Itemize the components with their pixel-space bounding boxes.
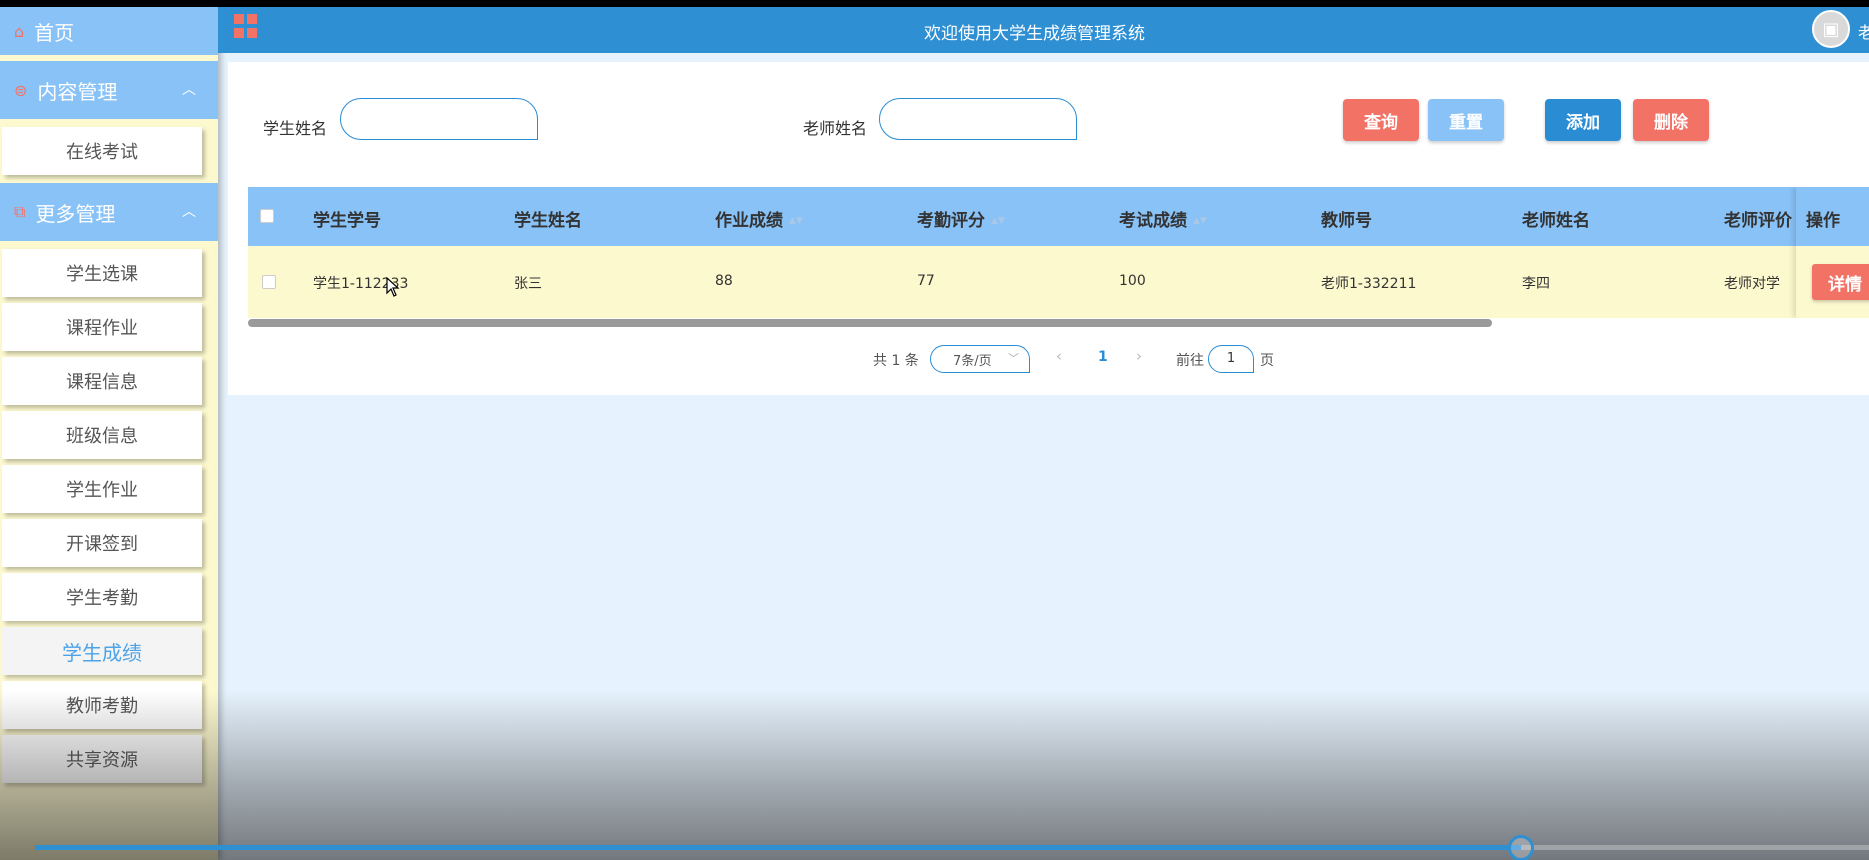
sidebar-section-content[interactable]: ⊜ 内容管理 ︿ <box>0 61 218 119</box>
chevron-up-icon: ︿ <box>182 204 196 220</box>
sidebar-section-label: 内容管理 <box>37 79 118 104</box>
sidebar-item-student-attendance[interactable]: 学生考勤 <box>2 573 202 621</box>
cell-homework-score: 88 <box>715 273 733 289</box>
detail-button[interactable]: 详情 <box>1812 264 1869 300</box>
sidebar-item-home[interactable]: ⌂ 首页 <box>0 7 218 55</box>
column-header: 教师号 <box>1321 211 1372 231</box>
sort-icon[interactable]: ▲▼ <box>789 216 803 226</box>
page-size-value: 7条/页 <box>953 354 992 369</box>
goto-prefix: 前往 <box>1176 353 1204 369</box>
cell-attendance-score: 77 <box>917 273 935 289</box>
select-all-checkbox[interactable] <box>260 209 274 223</box>
delete-button[interactable]: 删除 <box>1633 99 1709 141</box>
table-row[interactable]: 学生1-112233 张三 88 77 100 老师1-332211 李四 老师… <box>248 246 1869 318</box>
next-page-icon[interactable]: › <box>1136 347 1142 365</box>
actions-cell: 详情 <box>1796 246 1869 318</box>
chevron-up-icon: ︿ <box>182 82 196 98</box>
pagination-total: 共 1 条 <box>873 353 919 369</box>
sidebar: ⌂ 首页 ⊜ 内容管理 ︿ 在线考试 ⧉ 更多管理 ︿ 学生选课 课程作业 课程… <box>0 7 218 860</box>
grades-table: 学生学号 学生姓名 作业成绩 ▲▼ 考勤评分 ▲▼ 考试成绩 ▲▼ 教师号 老师姓名 … <box>248 187 1869 318</box>
sidebar-item-online-exam[interactable]: 在线考试 <box>2 127 202 175</box>
sidebar-item-class-signin[interactable]: 开课签到 <box>2 519 202 567</box>
student-name-label: 学生姓名 <box>263 119 328 138</box>
query-button[interactable]: 查询 <box>1343 99 1419 141</box>
chevron-down-icon: ﹀ <box>1008 352 1019 365</box>
sidebar-section-more[interactable]: ⧉ 更多管理 ︿ <box>0 183 218 241</box>
sidebar-item-course-info[interactable]: 课程信息 <box>2 357 202 405</box>
table-header: 学生学号 学生姓名 作业成绩 ▲▼ 考勤评分 ▲▼ 考试成绩 ▲▼ 教师号 老师姓名 … <box>248 187 1869 246</box>
image-icon: ▣ <box>1822 18 1840 40</box>
sidebar-home-label: 首页 <box>34 20 75 45</box>
avatar[interactable]: ▣ <box>1812 10 1850 48</box>
main-panel: 学生姓名 老师姓名 查询 重置 添加 删除 学生学号 学生姓名 作业成绩 ▲▼ 考… <box>228 62 1869 395</box>
table-horizontal-scrollbar[interactable] <box>248 319 1492 327</box>
sidebar-item-course-selection[interactable]: 学生选课 <box>2 249 202 297</box>
mouse-cursor-icon <box>386 277 400 297</box>
header-username[interactable]: 老 <box>1858 19 1869 43</box>
cell-teacher-name: 李四 <box>1522 276 1550 292</box>
video-progress-handle[interactable] <box>1507 835 1534 860</box>
teacher-name-label: 老师姓名 <box>803 119 868 138</box>
top-header: 欢迎使用大学生成绩管理系统 ▣ 老 <box>218 7 1869 53</box>
reset-button[interactable]: 重置 <box>1428 99 1504 141</box>
sidebar-item-teacher-attendance[interactable]: 教师考勤 <box>2 681 202 729</box>
goto-suffix: 页 <box>1260 353 1274 369</box>
chat-icon: ⊜ <box>14 80 28 100</box>
prev-page-icon[interactable]: ‹ <box>1056 347 1062 365</box>
sidebar-item-course-homework[interactable]: 课程作业 <box>2 303 202 351</box>
cell-student-name: 张三 <box>514 276 542 292</box>
actions-header: 操作 <box>1796 187 1869 246</box>
sidebar-item-class-info[interactable]: 班级信息 <box>2 411 202 459</box>
column-header: 老师评价 <box>1724 211 1792 231</box>
current-page-number[interactable]: 1 <box>1098 349 1108 365</box>
column-header-sortable[interactable]: 作业成绩 ▲▼ <box>715 206 803 231</box>
actions-column: 操作 详情 <box>1796 187 1869 318</box>
goto-page-input[interactable]: 1 <box>1208 345 1254 373</box>
page-size-select[interactable]: 7条/页 ﹀ <box>930 345 1030 373</box>
cell-teacher-comment: 老师对学 <box>1724 276 1780 292</box>
cell-exam-score: 100 <box>1119 273 1146 289</box>
copy-icon: ⧉ <box>14 202 26 221</box>
column-header: 学生学号 <box>313 211 381 231</box>
cell-teacher-id: 老师1-332211 <box>1321 276 1417 292</box>
video-progress-fill <box>35 845 1521 850</box>
column-header-sortable[interactable]: 考勤评分 ▲▼ <box>917 206 1005 231</box>
column-header-sortable[interactable]: 考试成绩 ▲▼ <box>1119 206 1207 231</box>
student-name-input[interactable] <box>340 98 538 140</box>
column-header: 操作 <box>1806 211 1840 231</box>
row-checkbox[interactable] <box>262 275 276 289</box>
page-title: 欢迎使用大学生成绩管理系统 <box>924 24 1145 44</box>
column-header: 学生姓名 <box>514 211 582 231</box>
add-button[interactable]: 添加 <box>1545 99 1621 141</box>
sidebar-item-student-homework[interactable]: 学生作业 <box>2 465 202 513</box>
app-screen: ⌂ 首页 ⊜ 内容管理 ︿ 在线考试 ⧉ 更多管理 ︿ 学生选课 课程作业 课程… <box>0 7 1869 860</box>
home-icon: ⌂ <box>14 21 25 41</box>
video-progress-bar[interactable] <box>35 835 1869 860</box>
sidebar-item-shared-resources[interactable]: 共享资源 <box>2 735 202 783</box>
sort-icon[interactable]: ▲▼ <box>991 216 1005 226</box>
sidebar-section-label: 更多管理 <box>35 201 116 226</box>
teacher-name-input[interactable] <box>879 98 1077 140</box>
sort-icon[interactable]: ▲▼ <box>1193 216 1207 226</box>
column-header: 老师姓名 <box>1522 211 1590 231</box>
sidebar-item-student-grades[interactable]: 学生成绩 <box>2 627 202 675</box>
